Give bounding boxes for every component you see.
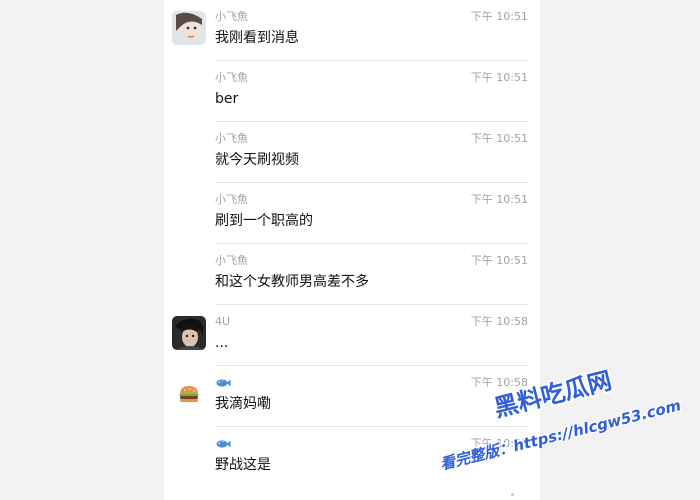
message-text: 野战这是 [215,457,271,473]
burger-icon [172,377,206,411]
message-time: 下午 10:51 [470,254,528,267]
message-time: 下午 10:58 [470,315,528,328]
message-item[interactable]: 小飞魚 下午 10:51 ber [164,61,540,122]
message-time: 下午 10:51 [470,71,528,84]
message-text: 我滴妈嘞 [215,396,271,412]
message-text: 就今天刷视频 [215,152,299,168]
message-text: 刷到一个职高的 [215,213,313,229]
message-text: 和这个女教师男高差不多 [215,274,369,290]
message-sender: 小飞魚 [215,71,248,84]
message-time: 下午 10:51 [470,132,528,145]
message-text: 我刚看到消息 [215,30,299,46]
fish-icon [216,440,231,448]
message-sender: 小飞魚 [215,193,248,206]
message-time: 下午 10:51 [470,193,528,206]
message-item[interactable]: 小飞魚 下午 10:51 和这个女教师男高差不多 [164,244,540,305]
message-item[interactable]: 4U 下午 10:58 ... [164,305,540,366]
chat-screen: 小飞魚 下午 10:51 我刚看到消息 小飞魚 下午 10:51 ber 小飞魚… [0,0,700,500]
message-item[interactable]: 小飞魚 下午 10:51 就今天刷视频 [164,122,540,183]
message-sender: 小飞魚 [215,10,248,23]
message-sender: 小飞魚 [215,132,248,145]
message-sender: 小飞魚 [215,254,248,267]
message-time: 下午 10:51 [470,10,528,23]
avatar[interactable] [172,377,206,411]
message-text: ber [215,91,239,107]
message-item[interactable]: 小飞魚 下午 10:51 刷到一个职高的 [164,183,540,244]
message-text: ... [215,335,229,351]
message-sender: 4U [215,315,231,328]
avatar[interactable] [172,11,206,45]
avatar[interactable] [172,316,206,350]
fish-icon [216,379,231,387]
message-item[interactable]: 小飞魚 下午 10:51 我刚看到消息 [164,0,540,61]
